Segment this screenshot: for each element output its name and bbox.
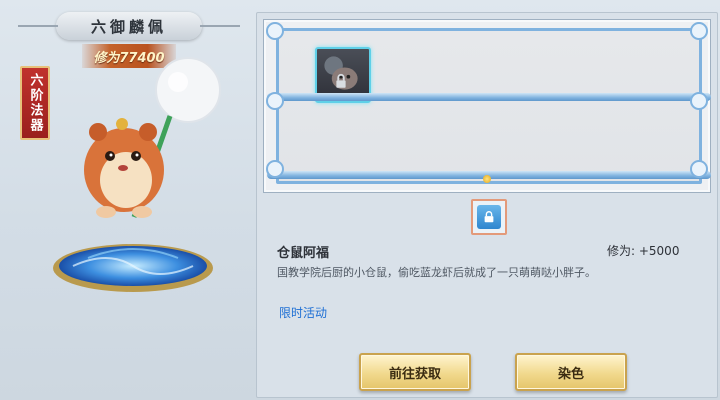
frame-ornament-icon [690,22,708,40]
obtain-button[interactable]: 前往获取 [359,353,471,391]
shelf-frame [267,28,711,184]
lock-icon [477,205,501,229]
dye-button[interactable]: 染色 [515,353,627,391]
frame-ornament-icon [266,92,284,110]
item-bonus: 修为: +5000 [607,244,680,258]
item-description: 国教学院后厨的小仓鼠，偷吃蓝龙虾后就成了一只萌萌哒小胖子。 [277,266,596,279]
grade-label: 六阶法器 [27,73,43,133]
hamster-mascot [84,57,221,218]
frame-ornament-icon [690,92,708,110]
item-name: 仓鼠阿福 [277,246,330,261]
page-indicator-dot [483,175,491,183]
item-shelf [263,19,711,193]
frame-ornament-icon [266,22,284,40]
series-title-plate: 六御麟佩 [18,12,240,40]
item-showcase: 六御麟佩 修为77400 六阶法器 [0,0,252,400]
frame-ornament-icon [266,160,284,178]
source-link[interactable]: 限时活动 [279,304,327,321]
hamster-ghost-item-icon [324,56,358,90]
frame-ornament-icon [690,160,708,178]
shelf-divider [267,93,711,101]
item-panel: 仓鼠阿福 修为: +5000 国教学院后厨的小仓鼠，偷吃蓝龙虾后就成了一只萌萌哒… [256,12,718,398]
grade-tag: 六阶法器 [20,66,50,140]
lock-button[interactable] [471,199,507,235]
series-title: 六御麟佩 [90,17,167,36]
